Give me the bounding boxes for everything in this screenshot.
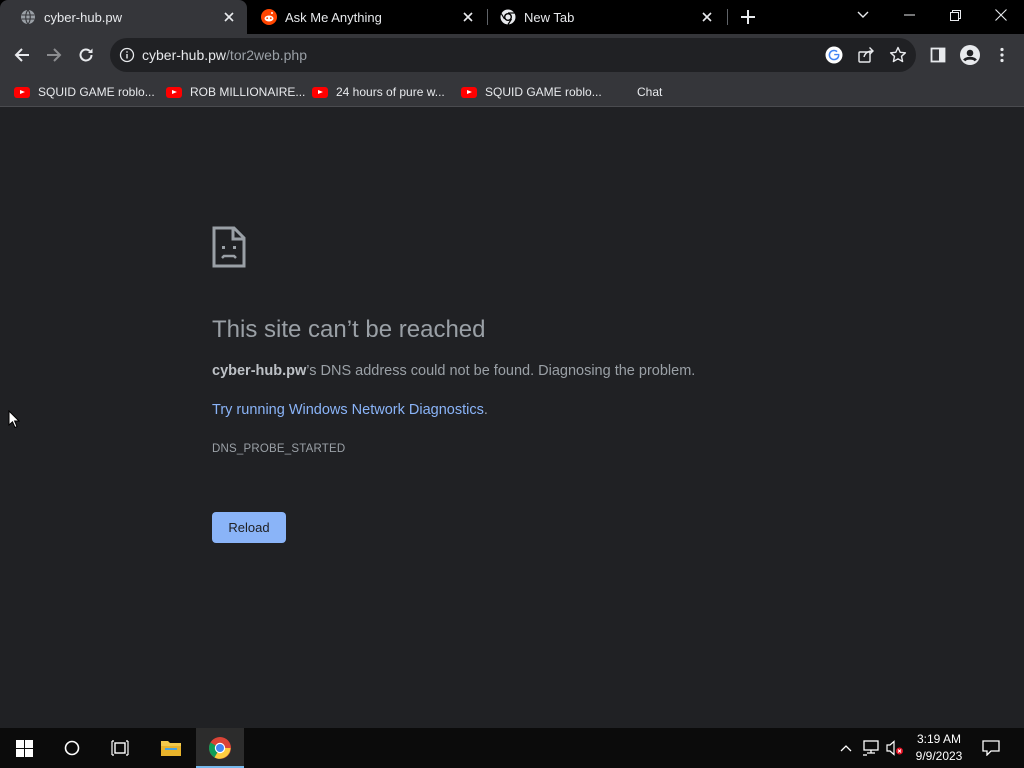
network-diagnostics-link[interactable]: Try running Windows Network Diagnostics. <box>212 402 488 418</box>
reload-button[interactable]: Reload <box>212 512 286 543</box>
diagnostics-link-text[interactable]: Try running Windows Network Diagnostics <box>212 402 484 418</box>
close-icon <box>995 9 1007 21</box>
bookmark-item[interactable]: ROB MILLIONAIRE... <box>166 82 305 102</box>
notification-icon <box>982 740 1000 756</box>
bookmark-item-chat[interactable]: Chat <box>637 82 662 102</box>
browser-toolbar: cyber-hub.pw/tor2web.php <box>0 34 1024 76</box>
system-clock[interactable]: 3:19 AM 9/9/2023 <box>906 731 972 765</box>
globe-icon <box>20 9 36 25</box>
bookmark-label: Chat <box>637 85 663 99</box>
volume-tray-button[interactable] <box>886 739 904 757</box>
side-panel-button[interactable] <box>922 39 954 71</box>
cortana-search-button[interactable] <box>48 728 96 768</box>
clock-time: 3:19 AM <box>916 732 962 746</box>
share-icon[interactable] <box>857 46 875 64</box>
tab-search-button[interactable] <box>840 0 886 30</box>
more-vert-icon <box>1000 47 1004 63</box>
tab-close-icon[interactable] <box>221 9 237 25</box>
tab-ask-me-anything[interactable]: Ask Me Anything <box>241 0 486 34</box>
back-button[interactable] <box>6 39 38 71</box>
avatar-icon <box>960 45 980 65</box>
plus-icon <box>741 10 755 24</box>
restore-button[interactable] <box>932 0 978 30</box>
task-view-button[interactable] <box>96 728 144 768</box>
bookmark-label: SQUID GAME roblo... <box>38 85 155 99</box>
chevron-down-icon <box>857 11 869 18</box>
reload-toolbar-button[interactable] <box>70 39 102 71</box>
address-bar[interactable]: cyber-hub.pw/tor2web.php <box>110 38 916 72</box>
file-explorer-icon <box>161 741 181 756</box>
bookmark-label: SQUID GAME roblo... <box>485 85 602 99</box>
error-code: DNS_PROBE_STARTED <box>212 443 346 455</box>
restore-icon <box>949 9 961 21</box>
cortana-search-icon <box>64 740 80 756</box>
tab-title: cyber-hub.pw <box>44 9 123 25</box>
error-description: cyber-hub.pw’s DNS address could not be … <box>212 363 695 379</box>
sad-page-icon <box>212 226 246 273</box>
tab-close-icon[interactable] <box>460 9 476 25</box>
chrome-icon <box>500 9 516 25</box>
network-tray-button[interactable] <box>862 739 880 757</box>
start-button[interactable] <box>0 728 48 768</box>
action-center-button[interactable] <box>982 739 1000 757</box>
url-text[interactable]: cyber-hub.pw/tor2web.php <box>142 47 307 63</box>
task-view-icon <box>111 740 129 756</box>
error-description-text: ’s DNS address could not be found. Diagn… <box>306 363 696 379</box>
bookmark-item[interactable]: SQUID GAME roblo... <box>14 82 155 102</box>
arrow-right-icon <box>47 48 62 62</box>
menu-button[interactable] <box>986 39 1018 71</box>
chevron-up-icon <box>840 745 852 752</box>
profile-button[interactable] <box>954 39 986 71</box>
chrome-icon <box>209 737 231 759</box>
bookmarks-bar: SQUID GAME roblo... ROB MILLIONAIRE... 2… <box>0 76 1024 107</box>
chrome-taskbar-button[interactable] <box>196 728 244 768</box>
minimize-icon <box>903 14 915 16</box>
bookmark-item[interactable]: 24 hours of pure w... <box>312 82 445 102</box>
tab-new-tab[interactable]: New Tab <box>480 0 725 34</box>
clock-date: 9/9/2023 <box>915 749 963 763</box>
error-host: cyber-hub.pw <box>212 363 307 379</box>
forward-button[interactable] <box>38 39 70 71</box>
bookmark-label: 24 hours of pure w... <box>336 85 445 99</box>
google-lens-icon[interactable] <box>825 46 843 64</box>
info-icon[interactable] <box>119 47 135 63</box>
windows-start-icon <box>15 739 33 757</box>
youtube-icon <box>166 86 182 98</box>
show-hidden-icons-button[interactable] <box>837 739 855 757</box>
side-panel-icon <box>930 47 946 63</box>
url-host: cyber-hub.pw <box>142 47 227 63</box>
mouse-cursor-icon <box>8 409 21 434</box>
tab-cyber-hub[interactable]: cyber-hub.pw <box>0 0 247 34</box>
tab-close-icon[interactable] <box>699 9 715 25</box>
reddit-icon <box>261 9 277 25</box>
minimize-button[interactable] <box>886 0 932 30</box>
tab-title: New Tab <box>524 9 575 25</box>
url-path: /tor2web.php <box>226 47 307 63</box>
tab-title: Ask Me Anything <box>285 9 382 25</box>
file-explorer-button[interactable] <box>147 728 195 768</box>
link-suffix: . <box>483 402 488 418</box>
bookmark-item[interactable]: SQUID GAME roblo... <box>461 82 602 102</box>
network-icon <box>863 740 879 756</box>
youtube-icon <box>14 86 30 98</box>
youtube-icon <box>312 86 328 98</box>
refresh-icon <box>79 48 93 62</box>
arrow-left-icon <box>14 48 29 62</box>
windows-taskbar: 3:19 AM 9/9/2023 <box>0 728 1024 768</box>
close-window-button[interactable] <box>978 0 1024 30</box>
youtube-icon <box>461 86 477 98</box>
bookmark-label: ROB MILLIONAIRE... <box>190 85 306 99</box>
volume-muted-icon <box>886 740 903 756</box>
new-tab-button[interactable] <box>737 6 759 28</box>
tab-separator <box>727 9 728 25</box>
error-title: This site can’t be reached <box>212 316 486 343</box>
page-content: This site can’t be reached cyber-hub.pw’… <box>0 108 1024 728</box>
tab-strip: cyber-hub.pw Ask Me Anything New Tab <box>0 0 1024 34</box>
bookmark-star-icon[interactable] <box>889 46 907 64</box>
